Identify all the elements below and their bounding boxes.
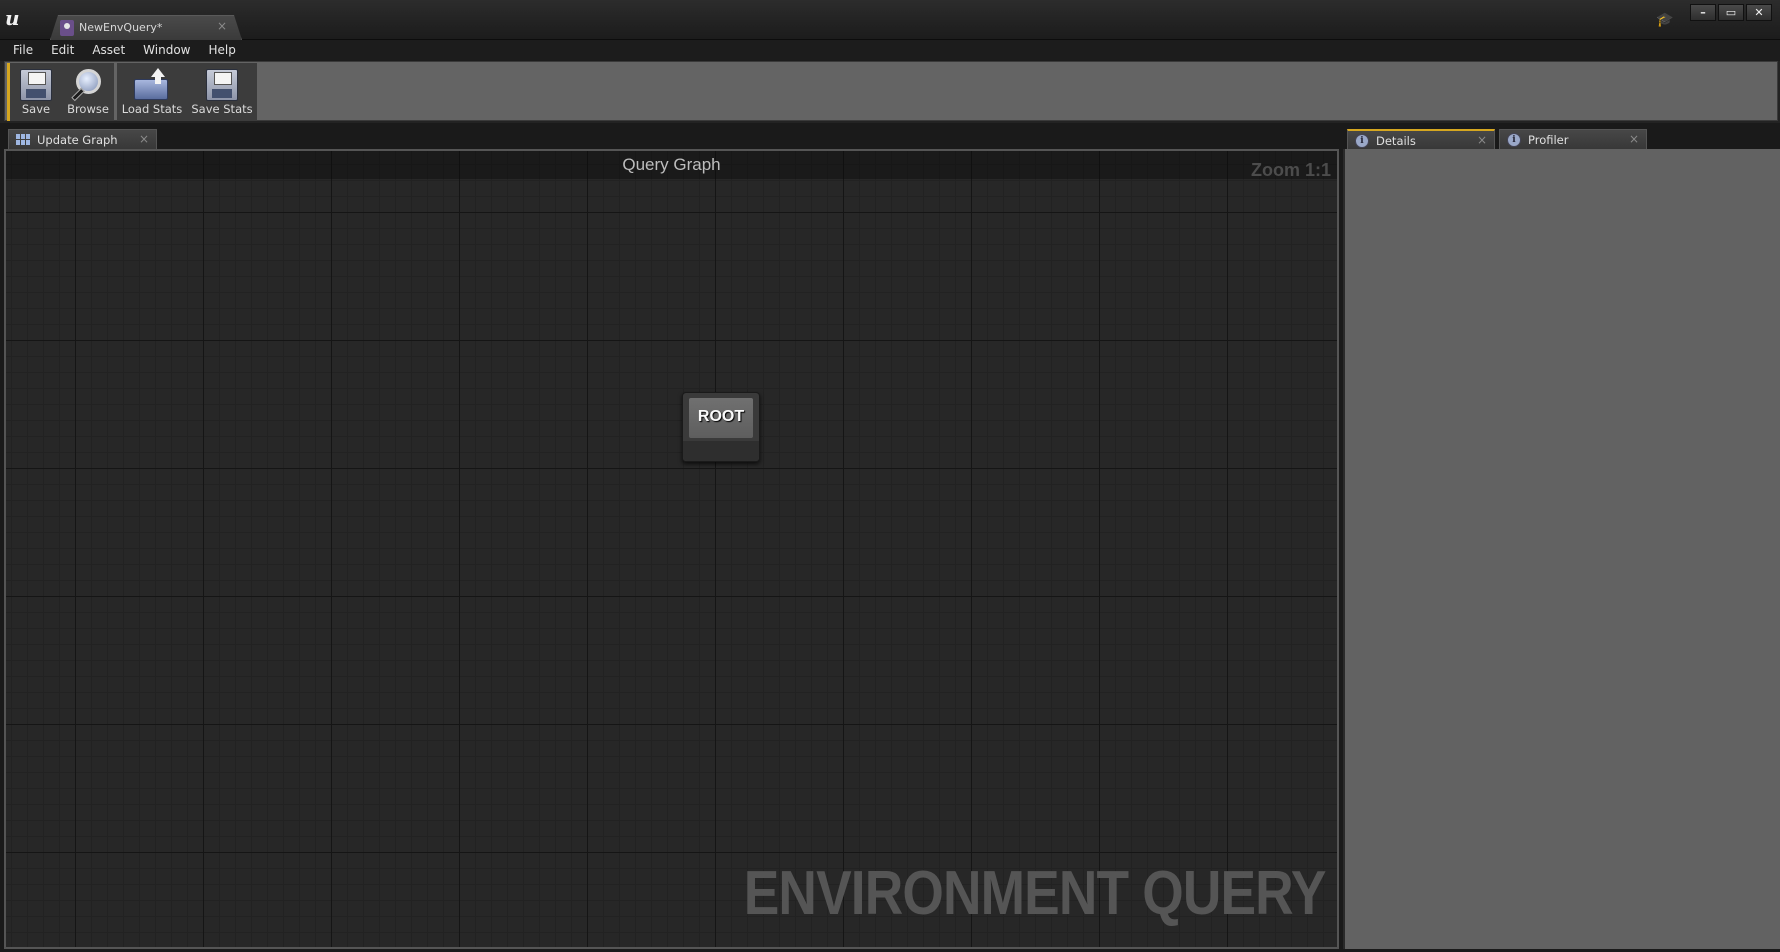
tab-details[interactable]: i Details × — [1347, 129, 1495, 149]
stats-tool-group: Load Stats Save Stats — [117, 63, 257, 121]
minimize-button[interactable]: – — [1690, 4, 1716, 21]
root-node-header: ROOT — [689, 398, 753, 438]
root-node-output-pin[interactable] — [683, 441, 759, 461]
maximize-button[interactable]: ▭ — [1718, 4, 1744, 21]
save-label: Save — [21, 102, 51, 116]
menu-file[interactable]: File — [4, 40, 42, 61]
menu-help[interactable]: Help — [199, 40, 244, 61]
tab-update-graph-close-icon[interactable]: × — [139, 132, 149, 146]
browse-button[interactable]: Browse — [62, 63, 114, 121]
menu-window[interactable]: Window — [134, 40, 199, 61]
details-panel — [1343, 149, 1780, 949]
graph-grid-icon — [16, 134, 30, 145]
asset-tool-group: Save Browse — [7, 63, 114, 121]
root-node-title: ROOT — [697, 408, 745, 425]
root-node[interactable]: ROOT — [682, 392, 760, 462]
title-bar: u NewEnvQuery* × 🎓 – ▭ ✕ — [0, 0, 1780, 40]
graph-header: Query Graph — [6, 151, 1337, 179]
graph-canvas[interactable] — [6, 151, 1337, 947]
tab-profiler-close-icon[interactable]: × — [1629, 132, 1639, 146]
unreal-logo-icon[interactable]: u — [5, 6, 27, 30]
tab-profiler-label: Profiler — [1528, 133, 1569, 147]
toolbar: Save Browse Load Stats Save Stats — [0, 61, 1780, 123]
save-button[interactable]: Save — [10, 63, 62, 121]
editor-window: u NewEnvQuery* × 🎓 – ▭ ✕ File Edit Asset… — [0, 0, 1780, 952]
save-stats-label: Save Stats — [191, 102, 253, 116]
load-stats-button[interactable]: Load Stats — [117, 63, 187, 121]
document-tab[interactable]: NewEnvQuery* × — [50, 15, 242, 40]
tab-profiler[interactable]: i Profiler × — [1499, 129, 1647, 149]
tab-details-label: Details — [1376, 134, 1416, 148]
tab-update-graph-label: Update Graph — [37, 133, 118, 147]
profiler-info-icon: i — [1507, 133, 1521, 147]
document-tab-close-icon[interactable]: × — [217, 19, 227, 33]
load-stats-label: Load Stats — [121, 102, 183, 116]
window-controls: – ▭ ✕ — [1690, 4, 1772, 21]
toolbar-panel: Save Browse Load Stats Save Stats — [4, 61, 1778, 121]
save-icon — [20, 69, 52, 101]
browse-label: Browse — [67, 102, 109, 116]
zoom-label: Zoom 1:1 — [1250, 160, 1331, 180]
env-query-asset-icon — [60, 20, 74, 36]
menu-bar: File Edit Asset Window Help — [0, 40, 1780, 61]
graph-watermark: ENVIRONMENT QUERY — [744, 859, 1327, 928]
tab-update-graph[interactable]: Update Graph × — [8, 129, 157, 149]
save-stats-icon — [206, 69, 238, 101]
load-folder-icon — [134, 68, 170, 100]
document-tab-label: NewEnvQuery* — [79, 21, 163, 34]
details-info-icon: i — [1355, 134, 1369, 148]
query-graph-panel: Query Graph Zoom 1:1 ROOT ENVIRONMENT QU… — [4, 149, 1339, 949]
browse-magnifier-icon — [71, 68, 105, 102]
menu-edit[interactable]: Edit — [42, 40, 83, 61]
save-stats-button[interactable]: Save Stats — [187, 63, 257, 121]
tutorial-cap-icon[interactable]: 🎓 — [1656, 12, 1676, 28]
tab-details-close-icon[interactable]: × — [1477, 133, 1487, 147]
close-window-button[interactable]: ✕ — [1746, 4, 1772, 21]
graph-title: Query Graph — [622, 155, 721, 174]
menu-asset[interactable]: Asset — [83, 40, 134, 61]
